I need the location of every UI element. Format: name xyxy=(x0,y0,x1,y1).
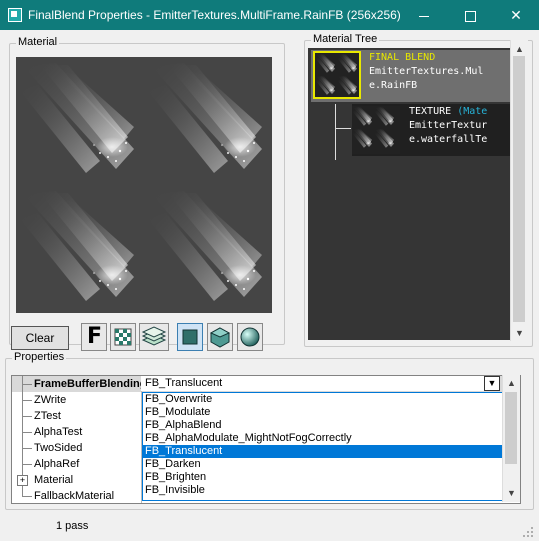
option-translucent[interactable]: FB_Translucent xyxy=(143,445,502,458)
status-text: 1 pass xyxy=(56,520,89,532)
app-icon xyxy=(8,8,22,22)
tool-cube-view[interactable] xyxy=(207,323,233,351)
close-icon: ✕ xyxy=(510,7,522,23)
tool-layers[interactable] xyxy=(139,323,169,351)
tree-connector xyxy=(335,104,336,160)
tool-sphere-view[interactable] xyxy=(237,323,263,351)
layers-icon xyxy=(141,326,167,346)
dropdown-arrow-button[interactable]: ▼ xyxy=(484,376,500,391)
expand-button[interactable]: + xyxy=(17,475,28,486)
maximize-icon xyxy=(464,10,476,22)
rain-thumbnail-icon xyxy=(315,54,358,95)
tool-checker[interactable] xyxy=(110,323,136,351)
framebufferblending-value[interactable]: FB_Translucent xyxy=(141,376,498,391)
tree-scrollbar[interactable]: ▲ ▼ xyxy=(510,40,528,341)
node-thumbnail xyxy=(352,106,400,154)
minimize-button[interactable] xyxy=(401,0,447,30)
rain-texture-image xyxy=(16,57,272,313)
scroll-thumb[interactable] xyxy=(513,56,525,322)
clear-button[interactable]: Clear xyxy=(11,326,69,350)
node-type-label: TEXTURE xyxy=(409,106,452,117)
chevron-down-icon: ▼ xyxy=(487,378,497,388)
material-tree-label: Material Tree xyxy=(311,33,380,45)
checker-icon xyxy=(114,328,132,346)
minimize-icon xyxy=(419,15,429,17)
node-name-line-2: e.RainFB xyxy=(369,80,418,91)
cube-icon xyxy=(209,327,231,348)
tree-node-texture[interactable]: TEXTURE (Mate EmitterTextur e.waterfallT… xyxy=(352,104,510,156)
option-alphamodulate[interactable]: FB_AlphaModulate_MightNotFogCorrectly xyxy=(143,432,502,445)
f-icon: F xyxy=(87,324,103,349)
title-bar: FinalBlend Properties - EmitterTextures.… xyxy=(0,0,539,30)
property-material[interactable]: + Material xyxy=(12,472,142,488)
option-brighten[interactable]: FB_Brighten xyxy=(143,471,502,484)
node-type-suffix: (Mate xyxy=(457,106,488,117)
scroll-down-icon[interactable]: ▼ xyxy=(503,486,520,500)
maximize-button[interactable] xyxy=(447,0,493,30)
window-title: FinalBlend Properties - EmitterTextures.… xyxy=(28,8,401,22)
properties-group-label: Properties xyxy=(12,351,67,363)
tree-node-final-blend[interactable]: FINAL BLEND EmitterTextures.Mul e.RainFB xyxy=(311,50,510,102)
scroll-up-icon[interactable]: ▲ xyxy=(503,376,520,390)
tool-final-blend[interactable]: F xyxy=(81,323,107,351)
option-alphablend[interactable]: FB_AlphaBlend xyxy=(143,419,502,432)
sphere-icon xyxy=(240,327,260,347)
node-type: FINAL BLEND xyxy=(369,52,436,63)
scroll-down-icon[interactable]: ▼ xyxy=(511,326,528,340)
material-group-label: Material xyxy=(16,36,60,48)
option-darken[interactable]: FB_Darken xyxy=(143,458,502,471)
option-overwrite[interactable]: FB_Overwrite xyxy=(143,393,502,406)
node-name-line-2: e.waterfallTe xyxy=(409,134,488,145)
current-value: FB_Translucent xyxy=(145,377,223,389)
property-grid-scrollbar[interactable]: ▲ ▼ xyxy=(502,375,520,502)
flat-square-icon xyxy=(182,329,198,345)
tool-flat-view[interactable] xyxy=(177,323,203,351)
scroll-thumb[interactable] xyxy=(505,392,517,464)
blending-options-list[interactable]: FB_Overwrite FB_Modulate FB_AlphaBlend F… xyxy=(142,392,503,501)
material-tree-panel[interactable]: FINAL BLEND EmitterTextures.Mul e.RainFB… xyxy=(308,48,510,340)
node-name-line-1: EmitterTextures.Mul xyxy=(369,66,484,77)
option-modulate[interactable]: FB_Modulate xyxy=(143,406,502,419)
material-preview xyxy=(16,57,272,313)
tree-connector-branch xyxy=(335,128,351,129)
option-invisible[interactable]: FB_Invisible xyxy=(143,484,502,497)
scroll-up-icon[interactable]: ▲ xyxy=(511,42,528,56)
close-button[interactable]: ✕ xyxy=(493,0,539,30)
node-name-line-1: EmitterTextur xyxy=(409,120,488,131)
node-thumbnail xyxy=(313,51,361,99)
node-type: TEXTURE (Mate xyxy=(409,106,487,117)
resize-grip-icon[interactable] xyxy=(522,526,534,538)
waterfall-thumbnail-icon xyxy=(352,107,395,148)
